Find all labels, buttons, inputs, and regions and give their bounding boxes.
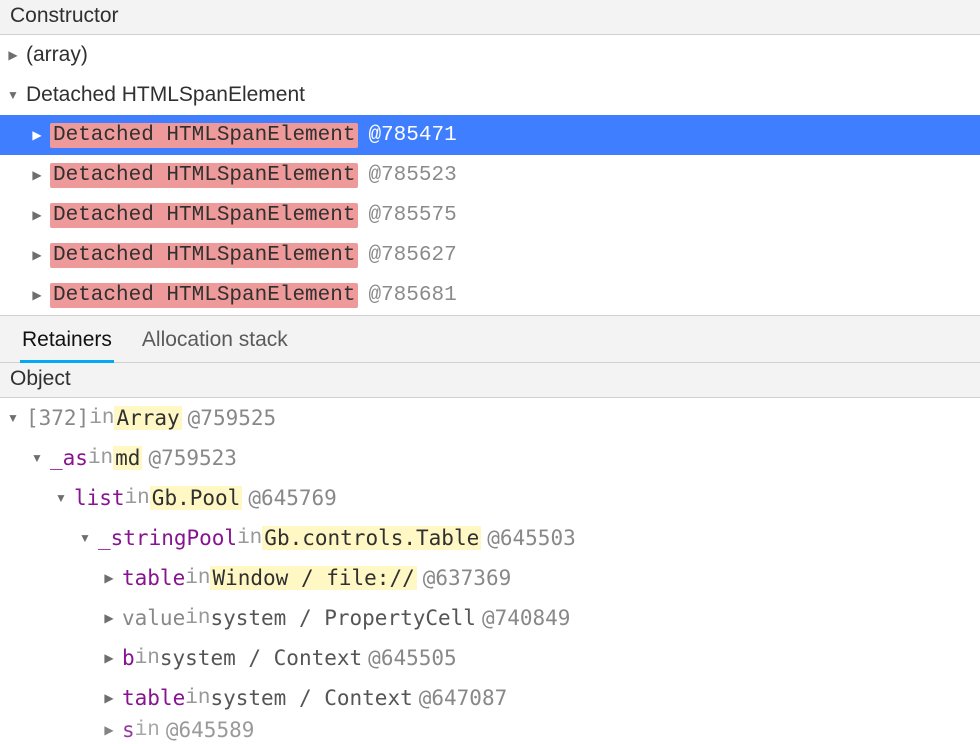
retainers-tabs: Retainers Allocation stack: [0, 315, 980, 363]
detached-element-label: Detached HTMLSpanElement: [50, 163, 358, 188]
in-keyword: in: [185, 567, 210, 590]
chevron-down-icon[interactable]: ▼: [30, 451, 44, 465]
retainer-property: s: [122, 718, 135, 742]
object-retainers-tree: ▼[372] in Array@759525▼_as in md@759523▼…: [0, 398, 980, 742]
chevron-right-icon[interactable]: ▶: [30, 248, 44, 262]
chevron-right-icon[interactable]: ▶: [102, 723, 116, 737]
constructor-header: Constructor: [0, 0, 980, 35]
chevron-down-icon[interactable]: ▼: [6, 88, 20, 102]
retainer-row[interactable]: ▶ s in @645589: [0, 718, 980, 742]
retainer-class: Array: [114, 406, 181, 430]
detached-element-label: Detached HTMLSpanElement: [50, 283, 358, 308]
retainer-row[interactable]: ▼ [372] in Array @759525: [0, 398, 980, 438]
constructor-item-row[interactable]: ▶ Detached HTMLSpanElement @785523: [0, 155, 980, 195]
retainer-class: Gb.controls.Table: [262, 526, 481, 550]
object-id: @759525: [188, 406, 277, 430]
object-id: @785471: [368, 124, 456, 147]
retainer-row[interactable]: ▼ list in Gb.Pool@645769: [0, 478, 980, 518]
tab-allocation-stack[interactable]: Allocation stack: [140, 324, 290, 362]
object-id: @637369: [423, 566, 512, 590]
retainer-class: system / Context: [160, 646, 362, 670]
chevron-right-icon[interactable]: ▶: [102, 691, 116, 705]
retainer-class: Gb.Pool: [150, 486, 243, 510]
retainer-class: Window / file://: [210, 566, 416, 590]
chevron-right-icon[interactable]: ▶: [30, 168, 44, 182]
retainer-class: system / Context: [210, 686, 412, 710]
constructor-tree: ▶ (array) ▼ Detached HTMLSpanElement ▶ Detach…: [0, 35, 980, 315]
constructor-group-row[interactable]: ▶ (array): [0, 35, 980, 75]
constructor-item-row[interactable]: ▶ Detached HTMLSpanElement @785627: [0, 235, 980, 275]
constructor-item-row[interactable]: ▶ Detached HTMLSpanElement @785575: [0, 195, 980, 235]
in-keyword: in: [135, 719, 160, 742]
chevron-down-icon[interactable]: ▼: [54, 491, 68, 505]
retainer-property: table: [122, 686, 185, 710]
constructor-item-row[interactable]: ▶ Detached HTMLSpanElement @785681: [0, 275, 980, 315]
retainer-class: md: [113, 446, 142, 470]
retainer-row[interactable]: ▶ value in system / PropertyCell@740849: [0, 598, 980, 638]
chevron-down-icon[interactable]: ▼: [6, 411, 20, 425]
in-keyword: in: [88, 447, 113, 470]
chevron-right-icon[interactable]: ▶: [102, 651, 116, 665]
object-id: @645589: [166, 718, 255, 742]
in-keyword: in: [185, 687, 210, 710]
object-id: @647087: [419, 686, 508, 710]
detached-element-label: Detached HTMLSpanElement: [50, 123, 358, 148]
in-keyword: in: [237, 527, 262, 550]
chevron-right-icon[interactable]: ▶: [30, 128, 44, 142]
chevron-right-icon[interactable]: ▶: [102, 611, 116, 625]
retainer-row[interactable]: ▶ table in Window / file:// @637369: [0, 558, 980, 598]
retainer-row[interactable]: ▶ b in system / Context@645505: [0, 638, 980, 678]
chevron-right-icon[interactable]: ▶: [6, 48, 20, 62]
object-id: @785523: [368, 164, 456, 187]
object-id: @785575: [368, 204, 456, 227]
retainer-class: system / PropertyCell: [210, 606, 476, 630]
object-id: @645503: [487, 526, 576, 550]
retainer-property: _stringPool: [98, 526, 237, 550]
object-id: @645769: [248, 486, 337, 510]
constructor-group-row[interactable]: ▼ Detached HTMLSpanElement: [0, 75, 980, 115]
retainer-property: table: [122, 566, 185, 590]
in-keyword: in: [135, 647, 160, 670]
constructor-group-label: (array): [26, 43, 88, 67]
object-id: @759523: [148, 446, 237, 470]
retainer-row[interactable]: ▶ table in system / Context @647087: [0, 678, 980, 718]
detached-element-label: Detached HTMLSpanElement: [50, 203, 358, 228]
in-keyword: in: [125, 487, 150, 510]
retainer-property: list: [74, 486, 125, 510]
constructor-group-label: Detached HTMLSpanElement: [26, 83, 305, 107]
retainer-row[interactable]: ▼ _stringPool in Gb.controls.Table@645503: [0, 518, 980, 558]
object-id: @645505: [368, 646, 457, 670]
chevron-right-icon[interactable]: ▶: [30, 288, 44, 302]
in-keyword: in: [185, 607, 210, 630]
detached-element-label: Detached HTMLSpanElement: [50, 243, 358, 268]
chevron-right-icon[interactable]: ▶: [102, 571, 116, 585]
chevron-right-icon[interactable]: ▶: [30, 208, 44, 222]
chevron-down-icon[interactable]: ▼: [78, 531, 92, 545]
object-id: @785627: [368, 244, 456, 267]
constructor-item-row[interactable]: ▶ Detached HTMLSpanElement @785471: [0, 115, 980, 155]
object-id: @740849: [482, 606, 571, 630]
in-keyword: in: [89, 407, 114, 430]
retainer-property: [372]: [26, 406, 89, 430]
object-id: @785681: [368, 284, 456, 307]
retainer-property: value: [122, 606, 185, 630]
retainer-row[interactable]: ▼ _as in md@759523: [0, 438, 980, 478]
object-header: Object: [0, 363, 980, 398]
tab-retainers[interactable]: Retainers: [20, 324, 114, 363]
retainer-property: _as: [50, 446, 88, 470]
retainer-property: b: [122, 646, 135, 670]
